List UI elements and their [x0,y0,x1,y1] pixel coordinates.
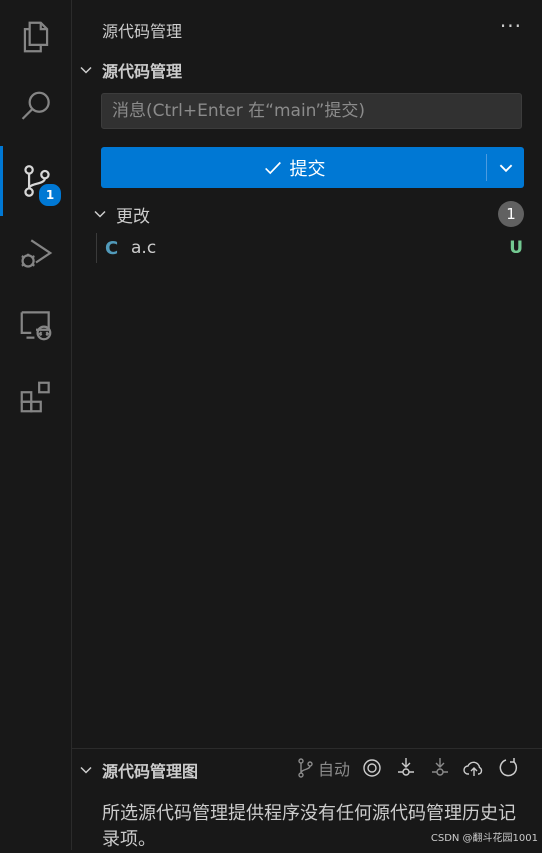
chevron-down-icon [499,164,512,172]
cloud-upload-icon[interactable] [462,756,486,780]
scm-section-header[interactable]: 源代码管理 [78,58,182,82]
graph-section-header[interactable]: 源代码管理图 [78,757,198,783]
activity-explorer[interactable] [0,2,71,72]
commit-button[interactable]: 提交 [101,147,486,188]
source-control-badge: 1 [37,182,63,208]
activity-source-control[interactable] [0,146,71,216]
changes-group-header[interactable]: 更改 1 [92,200,524,228]
changes-label: 更改 [116,206,150,227]
graph-toolbar: 自动 [294,753,520,783]
changes-count-badge: 1 [498,201,524,227]
check-icon [264,161,281,174]
activity-search[interactable] [0,72,71,142]
refresh-icon[interactable] [496,756,520,780]
target-icon[interactable] [360,756,384,780]
pull-icon[interactable] [428,756,452,780]
activity-remote-explorer[interactable] [0,290,71,360]
scm-section-title: 源代码管理 [102,62,183,81]
source-control-sidebar: 源代码管理 ··· 源代码管理 提交 更改 1 C a.c U 源代码管理图 [72,0,542,850]
sidebar-title: 源代码管理 [102,22,183,41]
chevron-down-icon [80,66,92,74]
commit-dropdown-button[interactable] [487,147,524,188]
c-file-icon: C [105,237,119,259]
run-debug-icon [20,239,52,268]
search-icon [21,91,50,120]
file-name: a.c [131,238,157,258]
activity-bar: 1 [0,0,72,850]
fetch-icon[interactable] [394,756,418,780]
commit-button-group: 提交 [101,147,524,188]
file-status-badge: U [509,238,523,258]
auto-label: 自动 [317,760,350,779]
graph-empty-message: 所选源代码管理提供程序没有任何源代码管理历史记录项。 [102,803,516,850]
commit-label: 提交 [289,158,326,180]
explorer-icon [23,21,48,53]
commit-message-input[interactable] [101,93,522,129]
branch-icon [298,758,313,778]
remote-explorer-icon [20,311,51,341]
changed-file-row[interactable]: C a.c U [96,233,527,263]
watermark: CSDN @翻斗花园1001 [430,833,538,844]
graph-section-title: 源代码管理图 [102,762,199,781]
more-actions-button[interactable]: ··· [500,14,522,38]
branch-auto-button[interactable]: 自动 [294,756,350,780]
chevron-down-icon [94,210,106,218]
extensions-icon [20,381,50,413]
chevron-down-icon [80,766,92,774]
activity-extensions[interactable] [0,362,71,432]
activity-run-debug[interactable] [0,218,71,288]
